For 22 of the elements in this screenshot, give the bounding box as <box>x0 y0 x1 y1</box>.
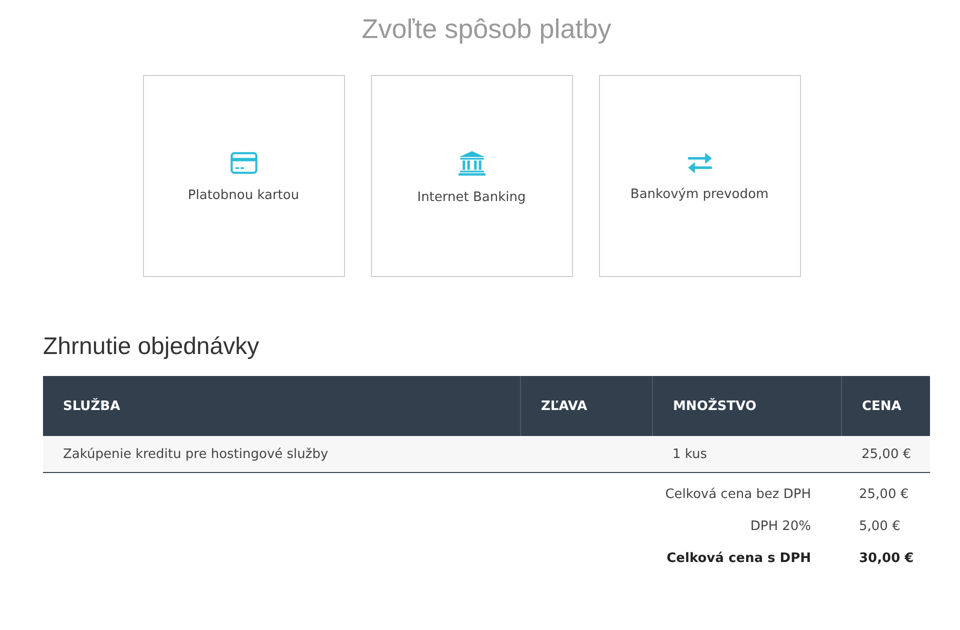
total-label: DPH 20% <box>750 518 812 534</box>
table-cell: 25,00 € <box>842 436 930 472</box>
payment-option-card[interactable]: Bankovým prevodom <box>598 75 800 277</box>
payment-option-card[interactable]: Platobnou kartou <box>142 75 344 277</box>
total-value: 5,00 € <box>858 518 902 534</box>
column-header: SLUŽBA <box>43 376 520 436</box>
option-label: Bankovým prevodom <box>630 186 769 202</box>
page-title: Zvoľte spôsob platby <box>360 14 612 45</box>
total-label: Celková cena s DPH <box>666 550 812 566</box>
section-heading: Zhrnutie objednávky <box>43 333 260 361</box>
total-value: 30,00 € <box>858 550 915 566</box>
option-label: Internet Banking <box>417 190 526 204</box>
column-header: CENA <box>842 376 930 436</box>
total-label: Celková cena bez DPH <box>665 486 812 502</box>
credit-card-icon <box>228 150 260 176</box>
total-value: 25,00 € <box>858 486 910 502</box>
column-header: ZĽAVA <box>520 376 652 436</box>
payment-option-card[interactable]: Internet Banking <box>370 75 572 277</box>
column-header: MNOŽSTVO <box>652 376 842 436</box>
option-label: Platobnou kartou <box>188 188 300 202</box>
table-cell: 1 kus <box>652 436 842 472</box>
table-cell: Zakúpenie kreditu pre hostingové služby <box>43 436 520 472</box>
